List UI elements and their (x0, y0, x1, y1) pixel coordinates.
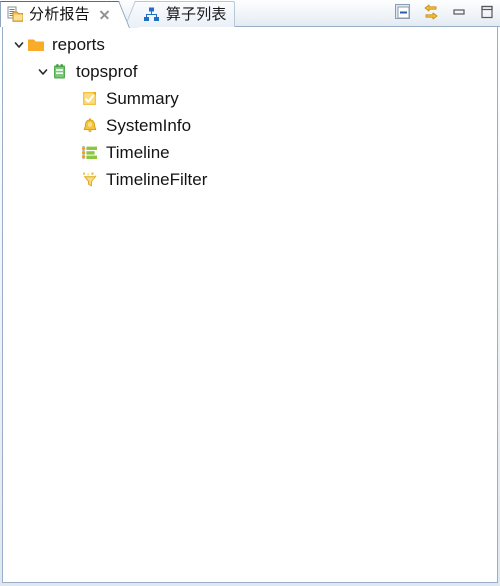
tree-item-systeminfo-label: SystemInfo (106, 115, 192, 135)
tab-analysis-report-label: 分析报告 (29, 5, 90, 23)
funnel-filter-icon (81, 171, 99, 189)
link-arrows-icon[interactable] (421, 2, 440, 21)
note-check-icon (81, 90, 99, 108)
tree-item-systeminfo[interactable]: SystemInfo (3, 112, 497, 139)
maximize-icon[interactable] (477, 2, 496, 21)
tree-item-summary[interactable]: Summary (3, 85, 497, 112)
minimize-view-icon[interactable] (393, 2, 412, 21)
gantt-bars-icon (81, 144, 99, 162)
tree-item-reports[interactable]: reports (3, 31, 497, 58)
chevron-down-icon[interactable] (35, 64, 51, 80)
tree-item-timelinefilter[interactable]: TimelineFilter (3, 166, 497, 193)
tree-item-topsprof[interactable]: topsprof (3, 58, 497, 85)
view-toolbar (393, 2, 496, 21)
minimize-icon[interactable] (449, 2, 468, 21)
report-tree-panel: reports topsprof Summary SystemInfo Time… (2, 27, 498, 583)
tree-item-reports-label: reports (52, 34, 105, 54)
notepad-green-icon (51, 63, 69, 81)
analysis-report-view: 分析报告 算子列表 reports topsprof Summary Syste… (0, 0, 500, 586)
tab-operator-list[interactable]: 算子列表 (135, 1, 235, 27)
tab-analysis-report[interactable]: 分析报告 (0, 1, 118, 27)
tree-item-timeline[interactable]: Timeline (3, 139, 497, 166)
close-icon[interactable] (98, 8, 111, 21)
folder-icon (27, 36, 45, 54)
tree-item-timelinefilter-label: TimelineFilter (106, 169, 208, 189)
tree-item-timeline-label: Timeline (106, 142, 170, 162)
chevron-down-icon[interactable] (11, 37, 27, 53)
tab-strip: 分析报告 算子列表 (0, 0, 500, 27)
tree-item-summary-label: Summary (106, 88, 179, 108)
report-tree: reports topsprof Summary SystemInfo Time… (3, 27, 497, 193)
bell-icon (81, 117, 99, 135)
tree-item-topsprof-label: topsprof (76, 61, 138, 81)
tab-operator-list-label: 算子列表 (165, 5, 227, 23)
hierarchy-icon (143, 6, 160, 23)
report-folder-icon (7, 6, 24, 23)
